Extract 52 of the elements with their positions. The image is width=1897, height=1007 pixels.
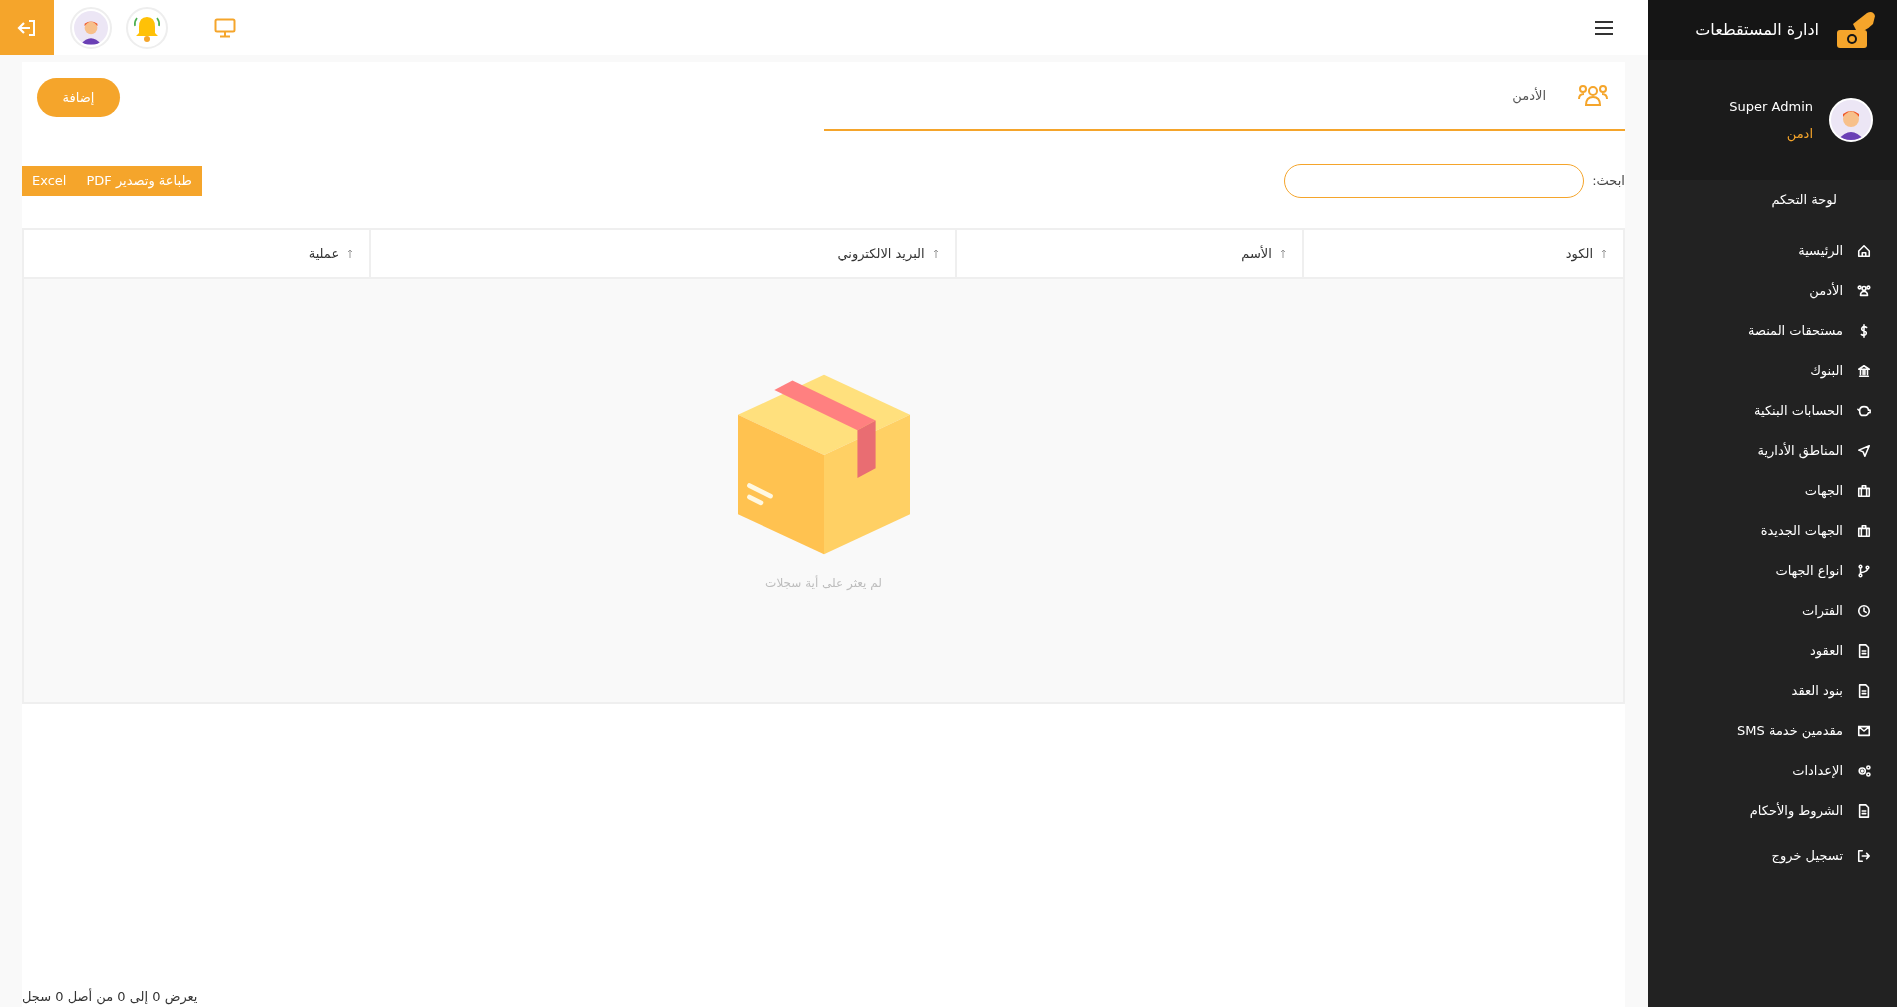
- avatar-icon: [1829, 98, 1873, 142]
- sort-icon: [347, 249, 354, 258]
- sidebar-item[interactable]: الأدمن: [1648, 271, 1897, 311]
- search-label: ابحث:: [1592, 172, 1625, 191]
- navigation-arrow-icon: [1857, 444, 1871, 458]
- users-icon: [1578, 83, 1608, 108]
- menu-icon[interactable]: [1594, 19, 1614, 36]
- sidebar-item[interactable]: انواع الجهات: [1648, 551, 1897, 591]
- document-icon: [1857, 804, 1871, 818]
- clock-icon: [1857, 604, 1871, 618]
- notification-bell-icon[interactable]: [126, 6, 168, 49]
- document-icon: [1857, 644, 1871, 658]
- users-icon: [1857, 284, 1871, 298]
- document-icon: [1857, 684, 1871, 698]
- user-role: ادمن: [1785, 125, 1813, 144]
- sidebar-item[interactable]: المناطق الأدارية: [1648, 431, 1897, 471]
- monitor-icon[interactable]: [214, 17, 236, 38]
- sidebar-item[interactable]: الشروط والأحكام: [1648, 791, 1897, 831]
- gears-icon: [1857, 764, 1871, 778]
- sort-icon: [932, 249, 939, 258]
- sidebar-item[interactable]: العقود: [1648, 631, 1897, 671]
- sidebar-item[interactable]: الحسابات البنكية: [1648, 391, 1897, 431]
- table-info: يعرض 0 إلى 0 من أصل 0 سجل: [22, 987, 198, 1007]
- page-title: الأدمن: [1512, 86, 1546, 106]
- logout-button[interactable]: [0, 0, 54, 55]
- mail-icon: [1857, 724, 1871, 738]
- bank-icon: [1857, 364, 1871, 378]
- sidebar-item[interactable]: الجهات: [1648, 471, 1897, 511]
- briefcase-icon: [1857, 484, 1871, 498]
- sidebar-item[interactable]: البنوك: [1648, 351, 1897, 391]
- logout-icon: [17, 18, 37, 37]
- sidebar-item[interactable]: الإعدادات: [1648, 751, 1897, 791]
- column-header[interactable]: عملية: [24, 230, 370, 277]
- sidebar-item[interactable]: الفترات: [1648, 591, 1897, 631]
- search-field[interactable]: [1284, 164, 1585, 198]
- sidebar-item[interactable]: الرئيسية: [1648, 231, 1897, 271]
- sort-icon: [1279, 249, 1286, 258]
- empty-message: لم يعثر على أية سجلات: [765, 574, 882, 592]
- sidebar-section-title: لوحة التحكم: [1770, 191, 1838, 210]
- logout-icon: [1857, 849, 1871, 863]
- sort-icon: [1601, 249, 1607, 258]
- sidebar-item[interactable]: مستحقات المنصة: [1648, 311, 1897, 351]
- branch-icon: [1857, 564, 1871, 578]
- avatar-icon[interactable]: [70, 6, 112, 49]
- sidebar-item[interactable]: الجهات الجديدة: [1648, 511, 1897, 551]
- sidebar-item[interactable]: تسجيل خروج: [1648, 836, 1897, 876]
- sidebar-item[interactable]: بنود العقد: [1648, 671, 1897, 711]
- sidebar-item[interactable]: مقدمين خدمة SMS: [1648, 711, 1897, 751]
- briefcase-icon: [1857, 524, 1871, 538]
- home-icon: [1857, 244, 1871, 258]
- brand-title: ادارة المستقطعات: [1695, 19, 1819, 42]
- user-name: Super Admin: [1729, 97, 1813, 116]
